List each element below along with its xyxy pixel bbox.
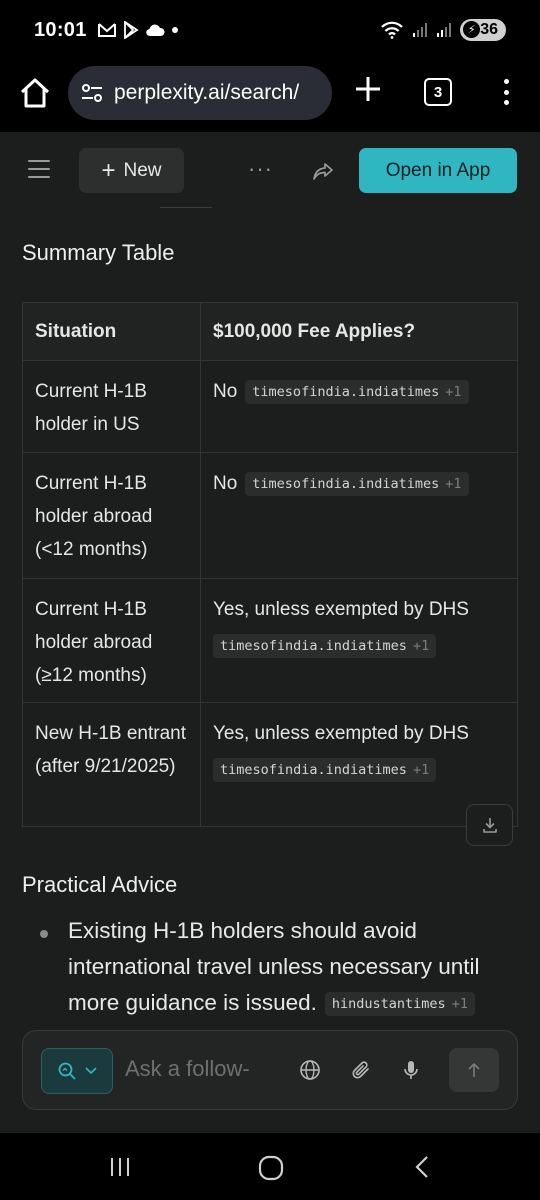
url-text: perplexity.ai/search/ [114, 81, 300, 104]
plus-icon: + [101, 156, 116, 184]
signal-icon-1 [413, 23, 428, 37]
citation-extra: +1 [412, 637, 430, 654]
submit-button[interactable] [449, 1048, 499, 1092]
system-nav-bar [0, 1133, 540, 1200]
charging-icon: ⚡ [463, 21, 481, 38]
scroll-divider [160, 207, 212, 208]
citation-extra: +1 [412, 761, 430, 778]
answer-text: Yes, unless exempted by DHS [213, 723, 469, 744]
summary-table: Situation $100,000 Fee Applies? Current … [22, 302, 518, 827]
table-row: Current H-1B holder abroad (≥12 months) … [23, 578, 517, 702]
citation-extra: +1 [451, 996, 468, 1013]
globe-icon[interactable] [299, 1059, 321, 1081]
citation-chip[interactable]: timesofindia.indiatimes +1 [213, 757, 437, 782]
site-header: + New ··· Open in App [0, 132, 540, 208]
ask-follow-up-bar: Ask a follow- [22, 1030, 518, 1110]
status-time: 10:01 [34, 18, 87, 41]
table-row: New H-1B entrant (after 9/21/2025) Yes, … [23, 702, 517, 826]
wifi-icon [381, 21, 403, 39]
table-header-row: Situation $100,000 Fee Applies? [23, 303, 517, 360]
hamburger-menu-icon[interactable] [28, 160, 50, 178]
answer-cell: No timesofindia.indiatimes +1 [201, 453, 517, 578]
column-header-situation: Situation [23, 303, 201, 360]
column-header-fee: $100,000 Fee Applies? [213, 321, 416, 342]
search-mode-selector[interactable] [41, 1048, 113, 1094]
address-bar[interactable]: perplexity.ai/search/ [68, 66, 332, 120]
open-in-app-button[interactable]: Open in App [359, 148, 517, 193]
citation-source: hindustantimes [331, 996, 446, 1013]
dot-icon [171, 27, 178, 33]
citation-extra: +1 [445, 383, 462, 400]
table-row: Current H-1B holder in US No timesofindia… [23, 360, 517, 452]
arrow-up-icon [468, 1062, 480, 1077]
citation-chip[interactable]: timesofindia.indiatimes +1 [245, 379, 469, 404]
summary-table-heading: Summary Table [22, 240, 175, 265]
advice-item: Existing H-1B holders should avoid inter… [68, 913, 518, 1021]
signal-icon-2 [437, 23, 452, 37]
browser-toolbar: perplexity.ai/search/ 3 [0, 60, 540, 132]
plus-icon [356, 77, 380, 101]
new-tab-button[interactable] [352, 74, 384, 106]
citation-source: timesofindia.indiatimes [220, 637, 407, 654]
situation-cell: New H-1B entrant (after 9/21/2025) [23, 703, 201, 826]
home-nav-icon[interactable] [258, 1155, 284, 1181]
notification-icons [97, 21, 179, 39]
microphone-icon[interactable] [400, 1059, 422, 1081]
new-button-label: New [123, 159, 162, 181]
cloud-icon [145, 24, 165, 37]
answer-text: No [213, 473, 238, 494]
browser-menu-button[interactable] [494, 74, 518, 110]
tab-switcher-button[interactable]: 3 [424, 78, 452, 106]
play-store-icon [123, 21, 139, 39]
download-icon [482, 818, 497, 833]
back-icon[interactable] [412, 1155, 432, 1179]
answer-cell: Yes, unless exempted by DHS timesofindia… [201, 579, 517, 702]
home-icon[interactable] [18, 76, 52, 110]
attach-icon[interactable] [350, 1059, 372, 1081]
more-options-button[interactable]: ··· [248, 156, 273, 182]
new-thread-button[interactable]: + New [79, 148, 184, 193]
share-icon[interactable] [312, 160, 334, 182]
chevron-down-icon [85, 1067, 97, 1075]
practical-advice-heading: Practical Advice [22, 872, 178, 897]
citation-extra: +1 [445, 475, 462, 492]
site-settings-icon[interactable] [80, 81, 104, 105]
search-mode-icon [58, 1062, 76, 1080]
table-row: Current H-1B holder abroad (<12 months) … [23, 452, 517, 578]
answer-text: No [213, 381, 238, 402]
gmail-icon [97, 23, 116, 37]
citation-chip[interactable]: timesofindia.indiatimes +1 [213, 633, 437, 658]
situation-cell: Current H-1B holder in US [23, 361, 201, 452]
recent-apps-icon[interactable] [108, 1155, 132, 1179]
status-right: ⚡ 36 [380, 19, 506, 41]
citation-source: timesofindia.indiatimes [220, 761, 407, 778]
battery-level: 36 [480, 21, 498, 38]
answer-text: Yes, unless exempted by DHS [213, 599, 469, 620]
answer-cell: No timesofindia.indiatimes +1 [201, 361, 517, 452]
citation-source: timesofindia.indiatimes [252, 475, 440, 492]
bullet-point [40, 930, 48, 938]
situation-cell: Current H-1B holder abroad (≥12 months) [23, 579, 201, 702]
download-table-button[interactable] [466, 804, 513, 846]
citation-source: timesofindia.indiatimes [252, 383, 440, 400]
ask-input[interactable]: Ask a follow- [125, 1056, 250, 1082]
battery-indicator: ⚡ 36 [460, 19, 506, 41]
citation-chip[interactable]: hindustantimes +1 [324, 992, 475, 1017]
status-bar: 10:01 ⚡ 36 [0, 0, 540, 60]
situation-cell: Current H-1B holder abroad (<12 months) [23, 453, 201, 578]
citation-chip[interactable]: timesofindia.indiatimes +1 [245, 471, 469, 496]
